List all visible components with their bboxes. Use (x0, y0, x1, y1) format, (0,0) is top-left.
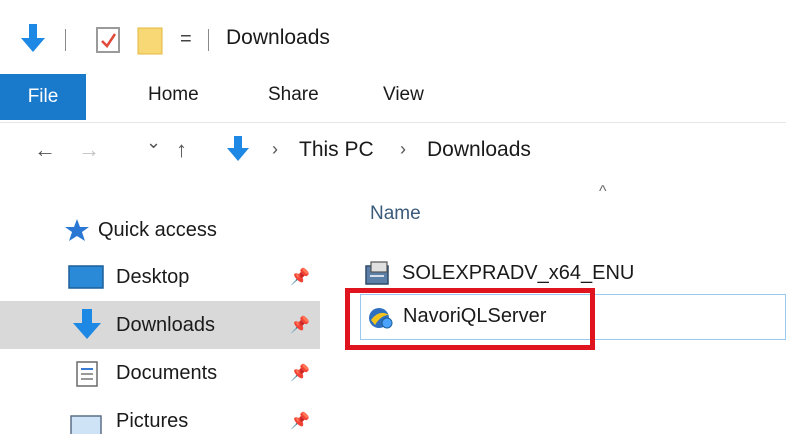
nav-item-label: Downloads (116, 314, 215, 336)
file-row[interactable]: SOLEXPRADV_x64_ENU (360, 252, 786, 298)
window-title: Downloads (226, 26, 330, 49)
download-arrow-icon (72, 307, 102, 346)
recent-locations-button[interactable]: ⌄ (146, 132, 161, 153)
navori-app-icon (367, 303, 395, 336)
pin-icon[interactable]: 📌 (290, 411, 310, 431)
pin-icon[interactable]: 📌 (290, 315, 310, 335)
tab-share[interactable]: Share (268, 84, 319, 106)
file-row[interactable]: NavoriQLServer (360, 294, 786, 340)
qat-separator (208, 29, 209, 51)
nav-item-downloads[interactable]: Downloads 📌 (0, 301, 320, 349)
pictures-icon (70, 415, 102, 434)
address-row (0, 123, 786, 183)
qat-separator (65, 29, 66, 51)
breadcrumb-separator[interactable]: › (400, 139, 406, 160)
new-folder-icon[interactable] (136, 24, 164, 61)
qat-customize-dropdown[interactable]: = (180, 28, 192, 51)
nav-item-label: Desktop (116, 266, 190, 288)
sort-indicator: ^ (599, 183, 607, 200)
up-button[interactable]: ↑ (176, 137, 187, 163)
tab-file[interactable]: File (0, 74, 86, 120)
pin-icon[interactable]: 📌 (290, 363, 310, 383)
file-name: NavoriQLServer (403, 305, 547, 327)
nav-item-label: Pictures (116, 410, 189, 432)
nav-item-label: Documents (116, 362, 218, 384)
forward-button[interactable]: → (78, 137, 100, 163)
properties-icon[interactable] (95, 26, 121, 59)
star-icon (64, 218, 90, 247)
tab-view[interactable]: View (383, 84, 424, 106)
desktop-icon (68, 265, 104, 296)
file-name: SOLEXPRADV_x64_ENU (402, 262, 635, 284)
nav-item-label: Quick access (98, 219, 217, 241)
nav-item-documents[interactable]: Documents 📌 (0, 349, 320, 397)
address-location-icon (226, 134, 250, 169)
tab-home[interactable]: Home (148, 84, 199, 106)
nav-item-quick-access[interactable]: Quick access (0, 206, 320, 254)
download-arrow-icon[interactable] (20, 22, 46, 59)
breadcrumb-this-pc[interactable]: This PC (299, 138, 374, 162)
nav-item-desktop[interactable]: Desktop 📌 (0, 253, 320, 301)
installer-icon (364, 260, 392, 293)
back-button[interactable]: ← (34, 137, 56, 163)
column-header-name[interactable]: Name (370, 203, 421, 225)
breadcrumb-separator[interactable]: › (272, 139, 278, 160)
documents-icon (76, 361, 98, 392)
pin-icon[interactable]: 📌 (290, 267, 310, 287)
breadcrumb-downloads[interactable]: Downloads (427, 138, 531, 162)
nav-item-pictures[interactable]: Pictures 📌 (0, 397, 320, 434)
